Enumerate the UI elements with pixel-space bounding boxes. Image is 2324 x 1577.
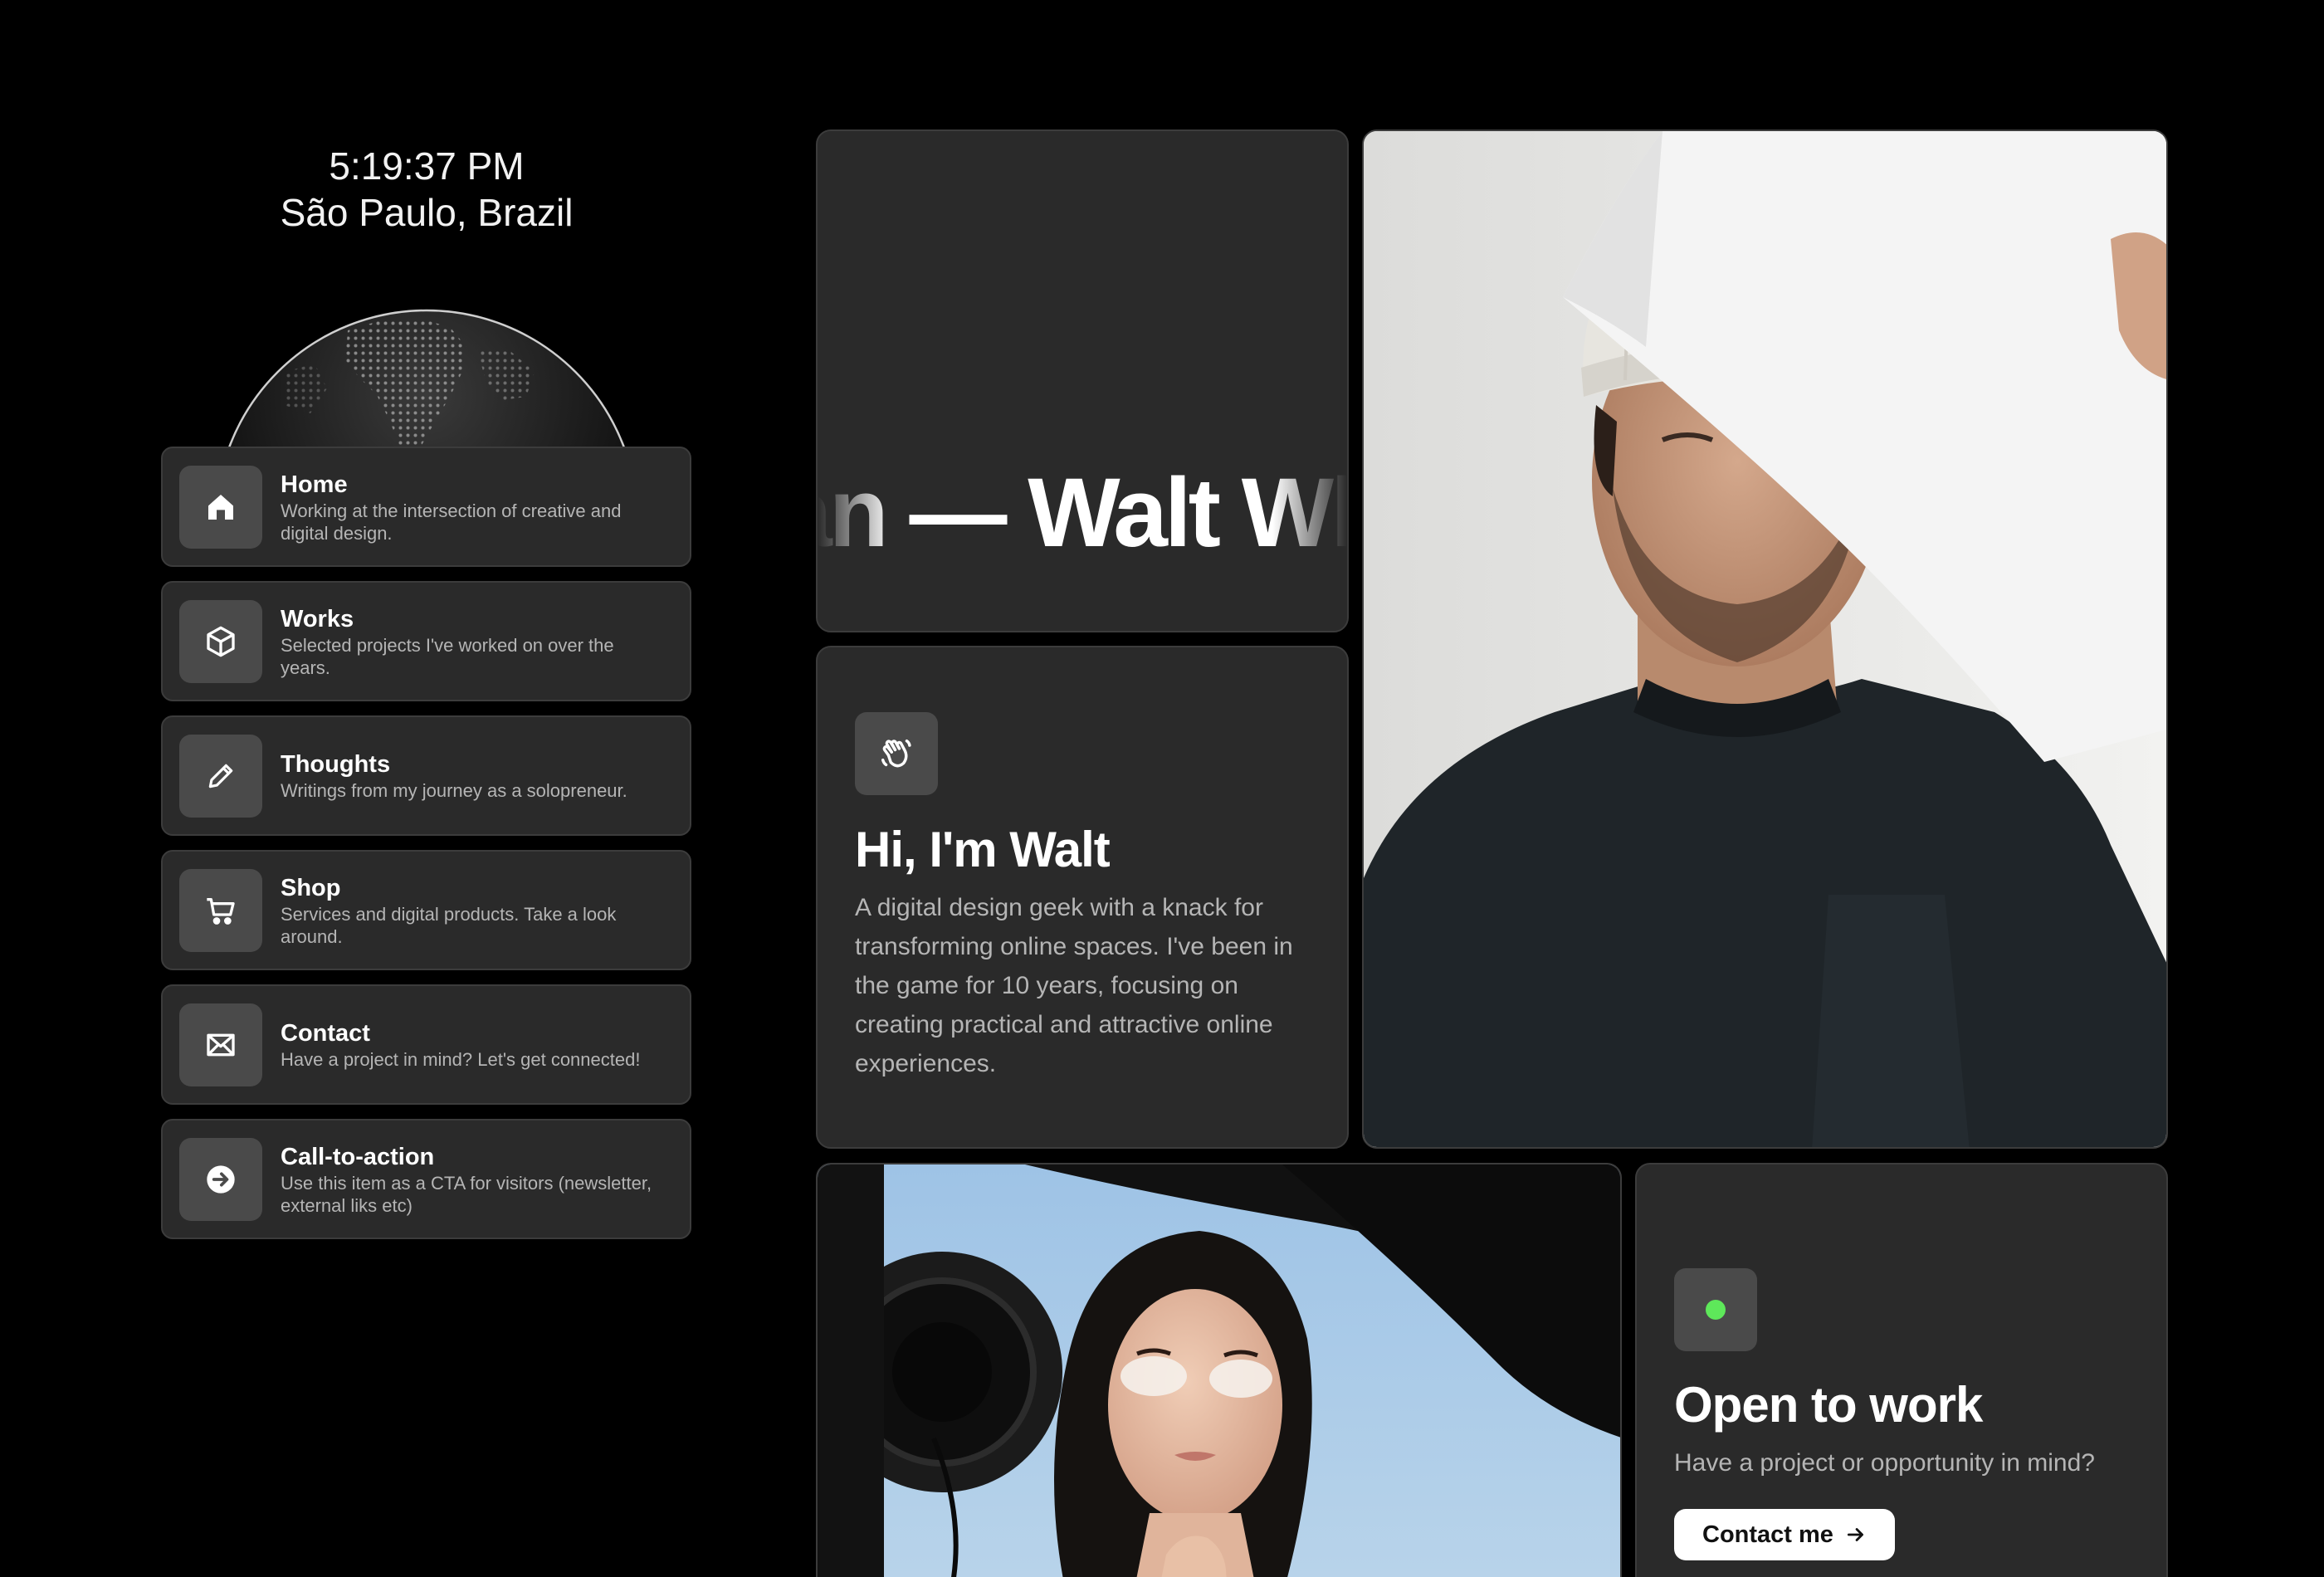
marquee-fade-left — [818, 131, 892, 631]
mail-icon — [179, 1003, 262, 1086]
arrow-right-icon — [1845, 1524, 1867, 1545]
nav-item-title: Shop — [281, 874, 341, 901]
intro-title: Hi, I'm Walt — [855, 822, 1111, 877]
nav-item-title: Home — [281, 471, 348, 498]
nav-item-title: Works — [281, 605, 354, 632]
nav-item-works[interactable]: Works Selected projects I've worked on o… — [161, 581, 691, 701]
nav-item-title: Contact — [281, 1020, 370, 1047]
open-to-work-subtitle: Have a project or opportunity in mind? — [1674, 1449, 2095, 1477]
nav-item-description: Have a project in mind? Let's get connec… — [281, 1049, 641, 1070]
arrow-circle-icon — [179, 1137, 262, 1221]
page: 5:19:37 PM São Paulo, Brazil Home Workin… — [0, 0, 2324, 1577]
nav-item-description: Working at the intersection of creative … — [281, 500, 622, 544]
open-to-work-title: Open to work — [1674, 1377, 1983, 1433]
cart-icon — [179, 868, 262, 952]
nav-item-description: Use this item as a CTA for visitors (new… — [281, 1172, 652, 1216]
globe-graphic — [203, 297, 651, 448]
nav-item-description: Writings from my journey as a solopreneu… — [281, 780, 627, 801]
nav-item-title: Call-to-action — [281, 1143, 435, 1170]
model-photo — [816, 1163, 1622, 1577]
clock-widget: 5:19:37 PM São Paulo, Brazil — [161, 143, 692, 236]
box-icon — [179, 599, 262, 683]
contact-me-button[interactable]: Contact me — [1674, 1509, 1895, 1560]
marquee-text: an — Walt Wh — [818, 458, 1347, 568]
nav-item-description: Services and digital products. Take a lo… — [281, 903, 617, 947]
nav-item-description: Selected projects I've worked on over th… — [281, 634, 614, 678]
marquee-fade-right — [1272, 131, 1347, 631]
nav-item-shop[interactable]: Shop Services and digital products. Take… — [161, 850, 691, 970]
status-indicator — [1674, 1268, 1757, 1351]
intro-text: A digital design geek with a knack for t… — [855, 894, 1293, 1077]
home-icon — [179, 465, 262, 549]
intro-card: Hi, I'm Walt A digital design geek with … — [816, 646, 1349, 1149]
status-dot-icon — [1706, 1300, 1726, 1320]
nav-item-cta[interactable]: Call-to-action Use this item as a CTA fo… — [161, 1119, 691, 1239]
pencil-icon — [179, 734, 262, 818]
nav-item-contact[interactable]: Contact Have a project in mind? Let's ge… — [161, 984, 691, 1105]
portrait-photo — [1362, 129, 2168, 1149]
nav-item-thoughts[interactable]: Thoughts Writings from my journey as a s… — [161, 715, 691, 836]
marquee-card: an — Walt Wh — [816, 129, 1349, 632]
open-to-work-card: Open to work Have a project or opportuni… — [1635, 1163, 2168, 1577]
nav-item-title: Thoughts — [281, 751, 391, 778]
clock-time: 5:19:37 PM — [329, 144, 525, 188]
wave-hand-icon — [855, 712, 938, 795]
clock-location: São Paulo, Brazil — [280, 191, 574, 234]
sidebar-nav: Home Working at the intersection of crea… — [161, 447, 691, 1253]
nav-item-home[interactable]: Home Working at the intersection of crea… — [161, 447, 691, 567]
contact-me-label: Contact me — [1702, 1521, 1833, 1548]
